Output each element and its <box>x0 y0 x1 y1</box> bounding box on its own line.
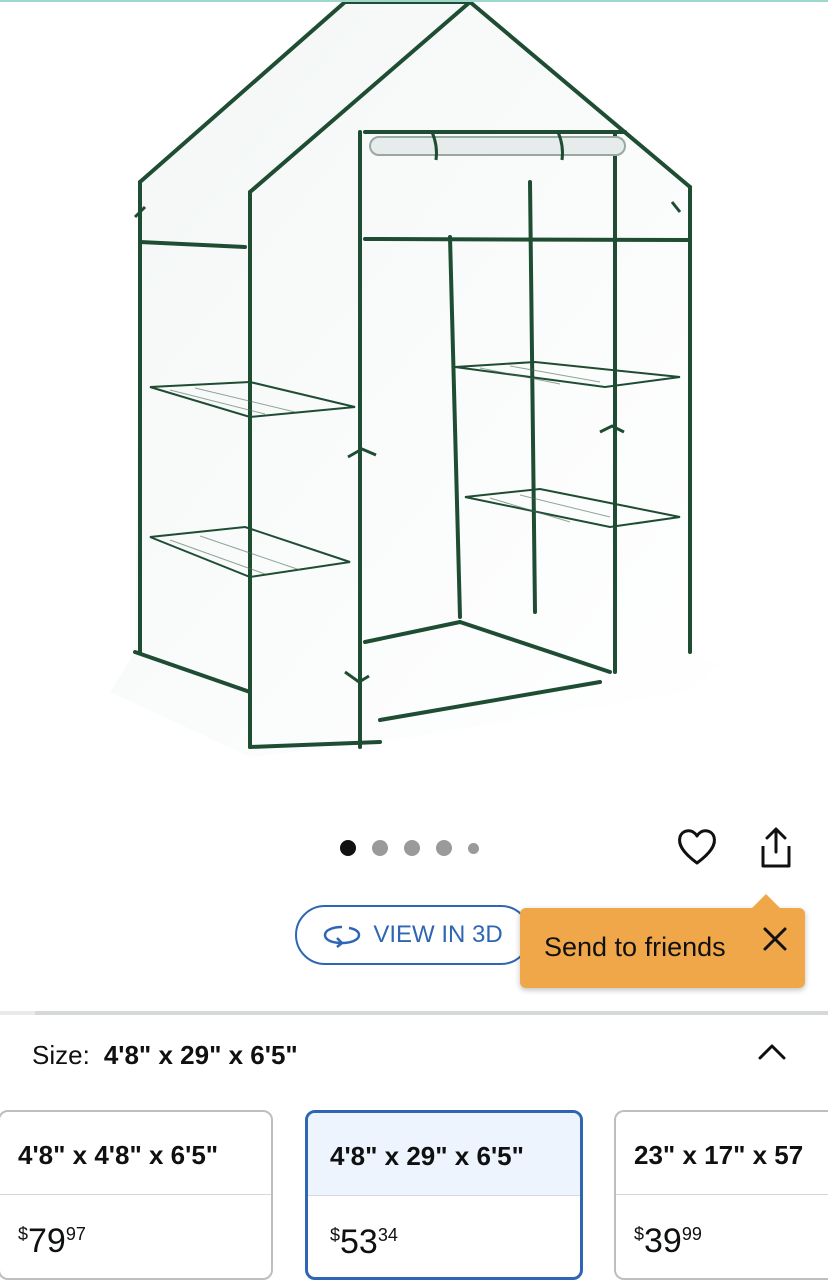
price-whole: 39 <box>644 1222 682 1260</box>
price-whole: 79 <box>28 1222 66 1260</box>
size-option-title: 4'8" x 29" x 6'5" <box>330 1141 524 1171</box>
view-in-3d-button[interactable]: VIEW IN 3D <box>295 905 531 965</box>
view-in-3d-label: VIEW IN 3D <box>373 921 503 948</box>
price-cents: 34 <box>377 1225 398 1245</box>
price-whole: 53 <box>340 1223 378 1261</box>
size-option-card-selected[interactable]: 4'8" x 29" x 6'5" $5334 <box>305 1110 583 1280</box>
card-divider <box>0 1194 271 1195</box>
price-cents: 97 <box>65 1224 86 1244</box>
size-option-title: 4'8" x 4'8" x 6'5" <box>18 1140 219 1170</box>
carousel-dot-2[interactable] <box>372 840 388 856</box>
image-carousel-dots[interactable] <box>340 838 479 858</box>
size-option-title: 23" x 17" x 57 <box>634 1140 804 1170</box>
section-divider <box>0 1011 828 1015</box>
tooltip-text: Send to friends <box>544 932 726 962</box>
price-symbol: $ <box>634 1224 645 1244</box>
product-image[interactable] <box>0 2 828 802</box>
carousel-dot-4[interactable] <box>436 840 452 856</box>
price-symbol: $ <box>330 1225 341 1245</box>
heart-icon[interactable] <box>676 826 718 868</box>
send-to-friends-tooltip: Send to friends <box>520 894 805 988</box>
close-icon[interactable] <box>758 922 792 956</box>
selected-size-value: 4'8" x 29" x 6'5" <box>103 1040 298 1070</box>
carousel-dot-5[interactable] <box>468 842 479 854</box>
size-label: Size: <box>32 1040 90 1070</box>
price-symbol: $ <box>18 1224 29 1244</box>
card-divider <box>308 1195 580 1196</box>
size-option-card[interactable]: 4'8" x 4'8" x 6'5" $7997 <box>0 1110 273 1280</box>
size-option-price: $5334 <box>330 1223 398 1262</box>
share-icon[interactable] <box>755 826 797 870</box>
size-option-card[interactable]: 23" x 17" x 57 $3999 <box>614 1110 828 1280</box>
size-option-price: $3999 <box>634 1222 702 1261</box>
size-selector-header: Size: 4'8" x 29" x 6'5" <box>32 1040 298 1071</box>
carousel-dot-3[interactable] <box>404 840 420 856</box>
carousel-dot-1[interactable] <box>340 840 356 856</box>
price-cents: 99 <box>681 1224 702 1244</box>
card-divider <box>616 1194 828 1195</box>
size-option-price: $7997 <box>18 1222 86 1261</box>
chevron-up-icon[interactable] <box>757 1040 787 1064</box>
rotate-3d-icon <box>324 925 361 948</box>
